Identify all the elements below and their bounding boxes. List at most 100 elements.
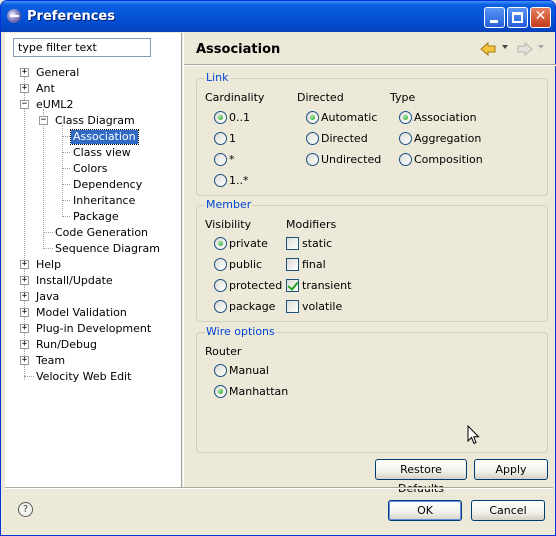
tree-item-label: Ant: [36, 82, 55, 95]
close-icon: ✕: [534, 8, 547, 24]
expand-icon[interactable]: +: [20, 308, 29, 317]
member-group-title: Member: [205, 198, 253, 211]
router-radio-manual[interactable]: [214, 364, 227, 377]
restore-defaults-button[interactable]: Restore Defaults: [375, 459, 467, 495]
visibility-option-label: package: [229, 300, 276, 313]
tree-item-label: Association: [70, 129, 139, 145]
visibility-label: Visibility: [205, 218, 252, 231]
router-radio-manhattan[interactable]: [214, 385, 227, 398]
collapse-icon[interactable]: −: [39, 116, 48, 125]
tree-item-label: Dependency: [73, 178, 143, 191]
help-icon[interactable]: ?: [18, 502, 33, 517]
tree-connector: [62, 125, 63, 215]
tree-item-label: Team: [36, 354, 66, 367]
collapse-icon[interactable]: −: [20, 100, 29, 109]
modifier-checkbox-transient[interactable]: [286, 279, 299, 292]
window-title: Preferences: [27, 9, 115, 24]
tree-connector: [62, 216, 70, 217]
directed-radio-automatic[interactable]: [306, 111, 319, 124]
minimize-button[interactable]: [484, 7, 505, 28]
wire-options-group-title: Wire options: [205, 325, 276, 338]
eclipse-app-icon: [7, 9, 21, 23]
type-label: Type: [390, 91, 416, 104]
directed-radio-undirected[interactable]: [306, 153, 319, 166]
chevron-down-icon[interactable]: [502, 45, 508, 49]
mouse-cursor-icon: [467, 425, 480, 445]
expand-icon[interactable]: +: [20, 260, 29, 269]
tree-item-label: Help: [36, 258, 62, 271]
router-option-label: Manual: [229, 364, 269, 377]
type-radio-aggregation[interactable]: [399, 132, 412, 145]
expand-icon[interactable]: +: [20, 340, 29, 349]
modifier-checkbox-volatile[interactable]: [286, 300, 299, 313]
visibility-radio-package[interactable]: [214, 300, 227, 313]
directed-option-label: Automatic: [321, 111, 378, 124]
directed-option-label: Undirected: [321, 153, 382, 166]
visibility-radio-public[interactable]: [214, 258, 227, 271]
cardinality-label: Cardinality: [205, 91, 265, 104]
cardinality-option-label: *: [229, 153, 235, 166]
expand-icon[interactable]: +: [20, 276, 29, 285]
tree-item-label: Class view: [73, 146, 131, 159]
tree-item-label: Plug-in Development: [36, 322, 152, 335]
directed-label: Directed: [297, 91, 344, 104]
tree-connector: [43, 109, 44, 247]
tree-connector: [62, 168, 70, 169]
preferences-window: Preferences ✕ + General + Ant − eUML2: [0, 0, 556, 536]
title-bar[interactable]: Preferences ✕: [1, 1, 555, 32]
expand-icon[interactable]: +: [20, 68, 29, 77]
tree-item-label: Velocity Web Edit: [36, 370, 132, 383]
tree-connector: [62, 200, 70, 201]
member-group: Member Visibility private public protect…: [196, 198, 548, 322]
expand-icon[interactable]: +: [20, 84, 29, 93]
cardinality-option-label: 1: [229, 132, 236, 145]
arrow-left-icon[interactable]: [480, 41, 496, 57]
link-group-title: Link: [205, 71, 230, 84]
type-radio-composition[interactable]: [399, 153, 412, 166]
expand-icon[interactable]: +: [20, 324, 29, 333]
close-button[interactable]: ✕: [530, 7, 551, 28]
type-option-label: Aggregation: [414, 132, 482, 145]
modifier-checkbox-static[interactable]: [286, 237, 299, 250]
tree-item-label: Install/Update: [36, 274, 113, 287]
cardinality-option-label: 1..*: [229, 174, 249, 187]
preference-tree-panel: + General + Ant − eUML2 − Class Diagram …: [5, 33, 182, 487]
tree-item-label: General: [36, 66, 80, 79]
visibility-option-label: private: [229, 237, 268, 250]
cardinality-radio-1[interactable]: [214, 132, 227, 145]
tree-connector: [62, 184, 70, 185]
filter-input[interactable]: [13, 38, 151, 57]
chevron-down-icon[interactable]: [538, 45, 544, 49]
type-radio-association[interactable]: [399, 111, 412, 124]
visibility-option-label: public: [229, 258, 263, 271]
maximize-button[interactable]: [507, 7, 528, 28]
modifier-checkbox-final[interactable]: [286, 258, 299, 271]
visibility-radio-private[interactable]: [214, 237, 227, 250]
type-option-label: Composition: [414, 153, 483, 166]
tree-item-label: Sequence Diagram: [55, 242, 160, 255]
tree-connector: [62, 152, 70, 153]
tree-connector: [43, 248, 53, 249]
modifier-option-label: static: [302, 237, 333, 250]
cardinality-radio-0-1[interactable]: [214, 111, 227, 124]
tree-item-label: eUML2: [36, 98, 74, 111]
tree-item-label: Code Generation: [55, 226, 149, 239]
cardinality-option-label: 0..1: [229, 111, 250, 124]
tree-item-label: Run/Debug: [36, 338, 97, 351]
cardinality-radio-many[interactable]: [214, 153, 227, 166]
maximize-icon: [512, 12, 523, 23]
apply-button[interactable]: Apply: [474, 459, 548, 480]
arrow-right-icon[interactable]: [517, 41, 533, 57]
visibility-option-label: protected: [229, 279, 283, 292]
cancel-button[interactable]: Cancel: [471, 500, 545, 521]
tree-connector: [24, 71, 25, 380]
preference-page: Association Link Cardinality 0..1 1 * 1.…: [183, 33, 556, 495]
ok-button[interactable]: OK: [388, 500, 462, 521]
visibility-radio-protected[interactable]: [214, 279, 227, 292]
tree-item-label: Colors: [73, 162, 108, 175]
expand-icon[interactable]: +: [20, 292, 29, 301]
expand-icon[interactable]: +: [20, 356, 29, 365]
cardinality-radio-1-many[interactable]: [214, 174, 227, 187]
modifier-option-label: transient: [302, 279, 352, 292]
directed-radio-directed[interactable]: [306, 132, 319, 145]
